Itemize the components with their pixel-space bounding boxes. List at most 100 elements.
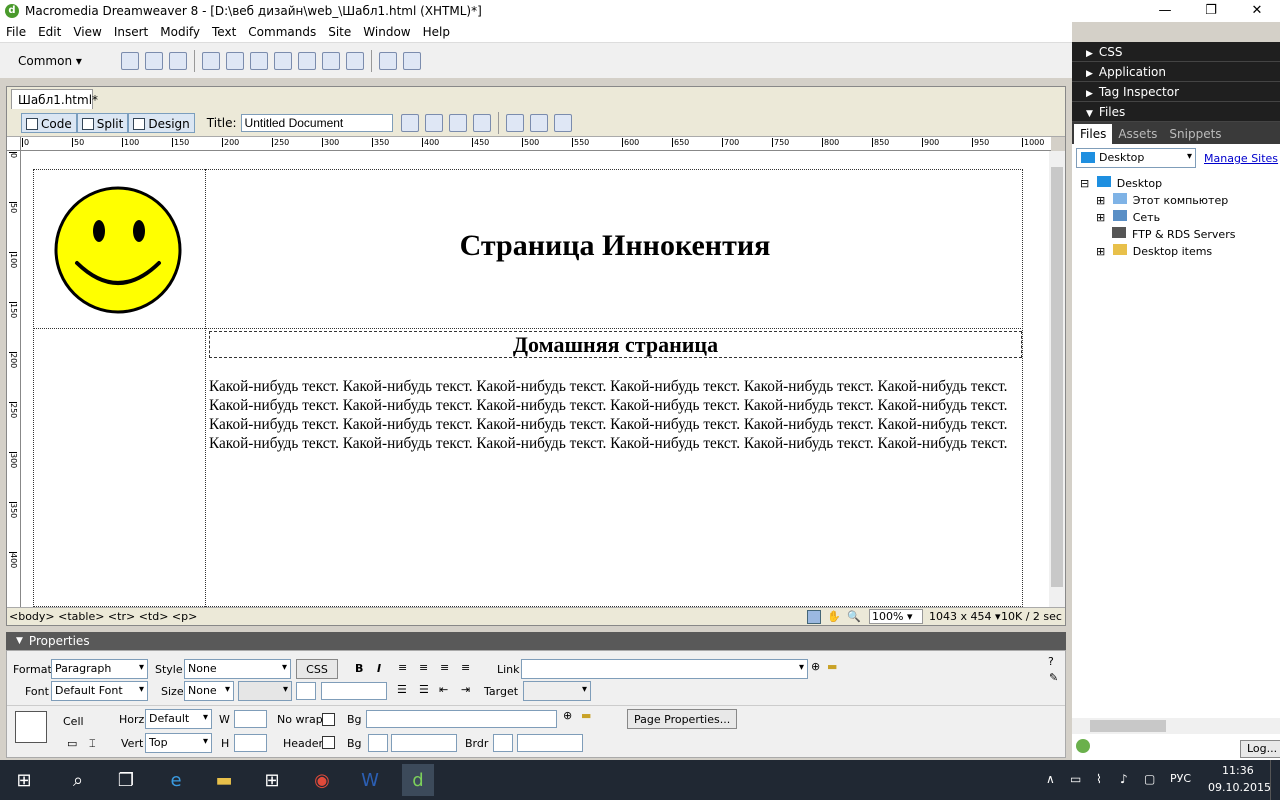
tab-files[interactable]: Files [1074, 124, 1113, 144]
templates-icon[interactable] [379, 51, 397, 70]
page-properties-button[interactable]: Page Properties... [627, 709, 738, 729]
date-icon[interactable] [298, 51, 316, 70]
width-input[interactable] [234, 710, 267, 728]
comment-icon[interactable] [346, 51, 364, 70]
application-panel-header[interactable]: ▶ Application [1072, 62, 1280, 82]
design-vertical-scrollbar[interactable] [1049, 151, 1065, 607]
document-tab[interactable]: Шабл1.html* [11, 89, 98, 109]
notification-icon[interactable]: ▢ [1144, 772, 1155, 786]
header-checkbox[interactable] [322, 736, 335, 749]
ordered-list-icon[interactable]: ☰ [419, 683, 429, 696]
close-button[interactable]: ✕ [1234, 0, 1280, 22]
link-input[interactable] [521, 659, 808, 679]
menu-text[interactable]: Text [206, 25, 242, 39]
file-explorer-icon[interactable]: ▬ [208, 764, 240, 796]
manage-sites-link[interactable]: Manage Sites [1204, 152, 1278, 165]
point-to-file-icon[interactable]: ⊕ [811, 660, 820, 673]
font-select[interactable]: Default Font [51, 681, 148, 701]
menu-window[interactable]: Window [357, 25, 416, 39]
split-cell-icon[interactable]: ⌶ [89, 737, 96, 751]
document-title-input[interactable] [240, 113, 393, 132]
height-input[interactable] [234, 734, 267, 752]
search-icon[interactable]: ⌕ [62, 764, 94, 796]
bg-browse-folder-icon[interactable]: ▬ [581, 709, 591, 722]
zoom-tool-icon[interactable]: 🔍 [847, 610, 861, 623]
show-desktop-button[interactable] [1270, 760, 1280, 800]
size-select[interactable]: None [184, 681, 234, 701]
menu-edit[interactable]: Edit [32, 25, 67, 39]
volume-icon[interactable]: ♪ [1120, 772, 1128, 786]
preview-icon[interactable] [448, 113, 467, 132]
align-left-icon[interactable]: ≡ [398, 661, 407, 674]
bg-point-to-file-icon[interactable]: ⊕ [563, 709, 572, 722]
file-management-icon[interactable] [424, 113, 443, 132]
indent-icon[interactable]: ⇥ [461, 683, 470, 696]
justify-icon[interactable]: ≡ [461, 661, 470, 674]
align-center-icon[interactable]: ≡ [419, 661, 428, 674]
tray-chevron-icon[interactable]: ∧ [1046, 772, 1055, 786]
view-options-icon[interactable] [529, 113, 548, 132]
menu-modify[interactable]: Modify [154, 25, 206, 39]
select-tool-icon[interactable] [807, 609, 821, 624]
style-select[interactable]: None [184, 659, 291, 679]
dreamweaver-taskbar-icon[interactable]: d [402, 764, 434, 796]
media-icon[interactable] [274, 51, 292, 70]
network-icon[interactable]: ⌇ [1096, 772, 1102, 786]
merge-cells-icon[interactable]: ▭ [67, 737, 77, 750]
task-view-icon[interactable]: ❐ [110, 764, 142, 796]
window-size[interactable]: 1043 x 454 ▾ [929, 610, 1001, 623]
tab-assets[interactable]: Assets [1112, 124, 1163, 144]
log-button[interactable]: Log... [1240, 740, 1280, 758]
validate-icon[interactable] [400, 113, 419, 132]
visual-aids-icon[interactable] [553, 113, 572, 132]
bg-color-swatch[interactable] [368, 734, 388, 752]
named-anchor-icon[interactable] [169, 51, 187, 70]
clock-time[interactable]: 11:36 [1222, 764, 1254, 777]
tree-item-network[interactable]: ⊞ Сеть [1080, 210, 1235, 227]
server-side-include-icon[interactable] [322, 51, 340, 70]
scroll-thumb[interactable] [1051, 167, 1063, 587]
store-icon[interactable]: ⊞ [256, 764, 288, 796]
tag-chooser-icon[interactable] [403, 51, 421, 70]
edge-icon[interactable]: e [160, 764, 192, 796]
format-select[interactable]: Paragraph [51, 659, 148, 679]
hand-tool-icon[interactable]: ✋ [827, 610, 841, 623]
windows-start-icon[interactable]: ⊞ [8, 764, 40, 796]
hyperlink-icon[interactable] [121, 51, 139, 70]
text-color-input[interactable] [321, 682, 387, 700]
menu-file[interactable]: File [0, 25, 32, 39]
clock-date[interactable]: 09.10.2015 [1208, 781, 1271, 794]
menu-site[interactable]: Site [322, 25, 357, 39]
menu-view[interactable]: View [67, 25, 107, 39]
vert-select[interactable]: Top [145, 733, 212, 753]
tag-inspector-panel-header[interactable]: ▶ Tag Inspector [1072, 82, 1280, 102]
menu-insert[interactable]: Insert [108, 25, 154, 39]
files-horizontal-scrollbar[interactable] [1072, 718, 1280, 734]
design-view-button[interactable]: Design [128, 112, 195, 133]
restore-button[interactable]: ❐ [1188, 0, 1234, 22]
language-indicator[interactable]: РУС [1170, 772, 1191, 785]
bg-image-input[interactable] [366, 710, 557, 728]
tree-item-ftp[interactable]: FTP & RDS Servers [1080, 227, 1235, 244]
image-icon[interactable] [250, 51, 268, 70]
quick-tag-editor-icon[interactable]: ✎ [1049, 671, 1058, 684]
border-color-input[interactable] [517, 734, 583, 752]
tab-snippets[interactable]: Snippets [1163, 124, 1227, 144]
design-view[interactable]: Страница Иннокентия Домашняя страница Ка… [21, 151, 1049, 607]
browser-icon[interactable] [472, 113, 491, 132]
properties-header[interactable]: ▼ Properties [6, 632, 1066, 650]
files-panel-header[interactable]: ▼ Files [1072, 102, 1280, 122]
layer-icon[interactable] [226, 51, 244, 70]
minimize-button[interactable]: — [1142, 0, 1188, 22]
browse-folder-icon[interactable]: ▬ [827, 660, 837, 673]
unordered-list-icon[interactable]: ☰ [397, 683, 407, 696]
tree-item-computer[interactable]: ⊞ Этот компьютер [1080, 193, 1235, 210]
tree-item-desktop-items[interactable]: ⊞ Desktop items [1080, 244, 1235, 261]
align-right-icon[interactable]: ≡ [440, 661, 449, 674]
table-icon[interactable] [202, 51, 220, 70]
border-color-swatch[interactable] [493, 734, 513, 752]
help-icon[interactable]: ? [1048, 655, 1054, 668]
italic-button[interactable]: I [377, 662, 381, 675]
refresh-icon[interactable] [505, 113, 524, 132]
battery-icon[interactable]: ▭ [1070, 772, 1081, 786]
